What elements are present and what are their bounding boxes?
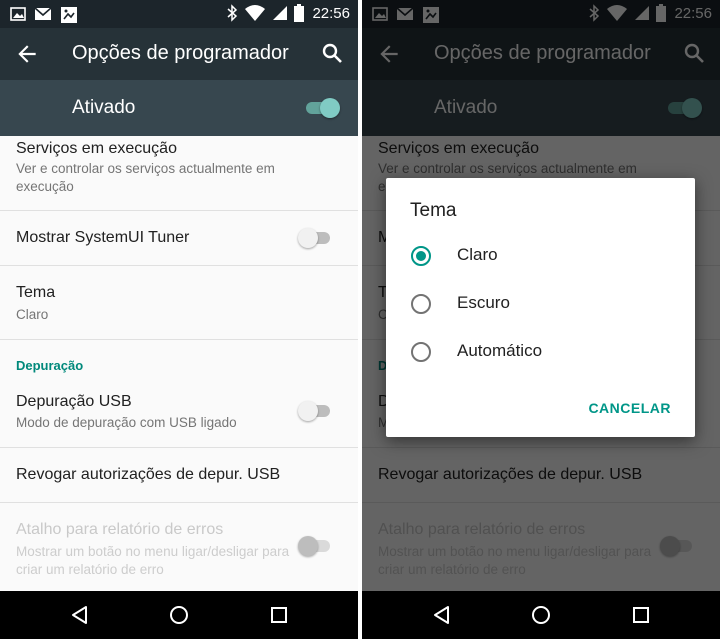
- usb-debugging-title: Depuração USB: [16, 393, 132, 410]
- search-icon[interactable]: [320, 41, 344, 65]
- recents-square-icon[interactable]: [629, 603, 653, 627]
- category-debugging: Depuração: [16, 358, 84, 373]
- signal-icon: [273, 6, 288, 20]
- bug-report-shortcut-toggle: [298, 536, 332, 556]
- theme-option-dark[interactable]: Escuro: [386, 284, 695, 324]
- comparison-screenshots: 22:56 Opções de programador Ativado Serv…: [0, 0, 720, 639]
- bluetooth-icon: [227, 4, 238, 22]
- master-switch-bar[interactable]: Ativado: [0, 80, 358, 136]
- theme-option-label: Escuro: [457, 293, 510, 312]
- running-services-summary: Ver e controlar os serviços actualmente …: [16, 161, 275, 194]
- radio-unselected-icon[interactable]: [411, 294, 431, 314]
- theme-option-label: Automático: [457, 341, 543, 360]
- systemui-tuner-toggle[interactable]: [298, 228, 332, 248]
- theme-summary: Claro: [16, 307, 49, 322]
- status-bar: 22:56: [0, 0, 358, 28]
- back-arrow-icon[interactable]: [14, 41, 40, 67]
- navigation-bar: [362, 591, 720, 639]
- phone-screen-theme-dialog: 22:56 Opções de programador Ativado Serv…: [362, 0, 720, 639]
- running-services-title: Serviços em execução: [16, 140, 177, 157]
- bug-report-shortcut-item: Atalho para relatório de erros Mostrar u…: [0, 503, 358, 591]
- toolbar: Opções de programador: [0, 28, 358, 80]
- wifi-icon: [245, 5, 266, 21]
- radio-selected-icon[interactable]: [411, 246, 431, 266]
- back-triangle-icon[interactable]: [430, 603, 454, 627]
- theme-item[interactable]: Tema Claro: [0, 266, 358, 340]
- battery-icon: [294, 4, 305, 22]
- master-switch-label: Ativado: [72, 97, 136, 118]
- systemui-tuner-title: Mostrar SystemUI Tuner: [16, 229, 190, 246]
- home-circle-icon[interactable]: [167, 603, 191, 627]
- photo-sync-icon: [61, 7, 77, 23]
- revoke-usb-title: Revogar autorizações de depur. USB: [16, 466, 281, 483]
- recents-square-icon[interactable]: [267, 603, 291, 627]
- bug-report-shortcut-title: Atalho para relatório de erros: [16, 521, 224, 538]
- master-toggle[interactable]: [304, 98, 340, 118]
- theme-option-label: Claro: [457, 245, 498, 264]
- phone-screen-settings: 22:56 Opções de programador Ativado Serv…: [0, 0, 358, 639]
- dialog-title: Tema: [410, 200, 457, 221]
- theme-title: Tema: [16, 284, 56, 301]
- gmail-icon: [34, 7, 52, 20]
- home-circle-icon[interactable]: [529, 603, 553, 627]
- theme-option-automatic[interactable]: Automático: [386, 332, 695, 372]
- theme-option-light[interactable]: Claro: [386, 236, 695, 276]
- bug-report-shortcut-summary: Mostrar um botão no menu ligar/desligar …: [16, 544, 290, 577]
- settings-list: Serviços em execução Ver e controlar os …: [0, 136, 358, 591]
- page-title: Opções de programador: [72, 42, 289, 64]
- usb-debugging-item[interactable]: Depuração USB Modo de depuração com USB …: [0, 381, 358, 448]
- image-icon: [10, 7, 26, 21]
- navigation-bar: [0, 591, 358, 639]
- usb-debugging-summary: Modo de depuração com USB ligado: [16, 415, 237, 430]
- cancel-button[interactable]: CANCELAR: [588, 400, 671, 416]
- revoke-usb-item[interactable]: Revogar autorizações de depur. USB: [0, 448, 358, 503]
- back-triangle-icon[interactable]: [68, 603, 92, 627]
- systemui-tuner-item[interactable]: Mostrar SystemUI Tuner: [0, 211, 358, 266]
- usb-debugging-toggle[interactable]: [298, 401, 332, 421]
- theme-dialog: Tema Claro Escuro Automático CANCELAR: [386, 178, 695, 437]
- radio-unselected-icon[interactable]: [411, 342, 431, 362]
- status-time: 22:56: [312, 4, 350, 22]
- running-services-item[interactable]: Serviços em execução Ver e controlar os …: [0, 136, 358, 211]
